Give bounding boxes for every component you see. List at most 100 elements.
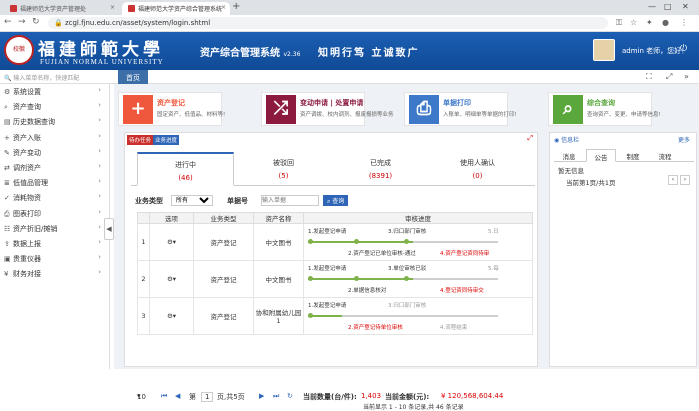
- logout-icon[interactable]: ⏻: [680, 44, 687, 54]
- tab-process[interactable]: 流程: [650, 149, 680, 162]
- sidebar-item-instruments[interactable]: ▣ 贵重仪器 ›: [0, 251, 109, 266]
- reload-icon[interactable]: ↻: [32, 17, 40, 27]
- menu-icon[interactable]: ⋮: [680, 18, 688, 27]
- sidebar-item-finance[interactable]: ¥ 财务对接 ›: [0, 266, 109, 281]
- minimize-icon[interactable]: —: [648, 2, 656, 11]
- row-type: 资产登记: [193, 297, 254, 335]
- row-options-button[interactable]: ⚙▾: [149, 297, 194, 335]
- sidebar-item-asset-query[interactable]: ⌕ 资产查询 ›: [0, 99, 109, 114]
- sidebar-item-asset-change[interactable]: ✎ 资产变动 ›: [0, 145, 109, 160]
- info-title-text: 信息栏: [561, 137, 580, 144]
- tab-completed[interactable]: 已完成 (8391): [332, 152, 429, 186]
- sidebar-item-depreciation[interactable]: ☷ 资产折旧/摊销 ›: [0, 221, 109, 236]
- step-label: 3.归口部门审核: [388, 303, 427, 309]
- university-name-en: FUJIAN NORMAL UNIVERSITY: [40, 58, 164, 66]
- prev-icon[interactable]: ‹: [668, 175, 678, 185]
- card-change-request[interactable]: ⤮ 变动申请 | 处置申请 资产调拨、校内调剂、报废报损等业务: [261, 92, 394, 126]
- avatar[interactable]: [593, 39, 615, 61]
- user-greeting[interactable]: admin 老师，您好！: [622, 46, 688, 56]
- tab-messages[interactable]: 消息: [554, 149, 584, 162]
- row-name: 中文图书: [253, 260, 304, 298]
- row-options-button[interactable]: ⚙▾: [149, 223, 194, 261]
- sidebar-item-asset-transfer[interactable]: ⇄ 调剂资产 ›: [0, 160, 109, 175]
- next-page-icon[interactable]: ▶: [259, 392, 264, 400]
- page-size-select[interactable]: 10 ▾: [137, 392, 146, 401]
- empty-message: 暂无信息: [558, 167, 584, 175]
- key-icon[interactable]: ⚿: [616, 18, 622, 28]
- tab-home[interactable]: 首页: [118, 70, 148, 84]
- tab-todo[interactable]: 待办任务: [127, 135, 154, 145]
- sidebar-item-asset-entry[interactable]: + 资产入账 ›: [0, 130, 109, 145]
- maximize-icon[interactable]: □: [664, 2, 672, 11]
- chevron-right-icon: ›: [98, 86, 101, 94]
- tab-count: (46): [178, 174, 193, 182]
- card-asset-register[interactable]: + 资产登记 固定资产、低值品、材料等!: [118, 92, 225, 126]
- page-input[interactable]: 1: [201, 392, 214, 402]
- new-tab-icon[interactable]: +: [232, 1, 240, 12]
- collapse-sidebar-button[interactable]: ◀: [104, 218, 114, 240]
- sidebar-item-history-query[interactable]: ▤ 历史数据查询 ›: [0, 114, 109, 129]
- card-title: 综合查询: [587, 99, 615, 107]
- sidebar-item-label: 贵重仪器: [13, 255, 41, 264]
- close-window-icon[interactable]: ✕: [682, 2, 689, 11]
- profile-icon[interactable]: ●: [662, 18, 669, 27]
- expand-icon[interactable]: ⛶: [646, 72, 652, 82]
- table-row[interactable]: 2 ⚙▾ 资产登记 中文图书 1.发起登记申请 3.单位审核已驳 5.每 2.单…: [137, 260, 533, 298]
- prev-page-icon[interactable]: ◀: [175, 392, 180, 400]
- back-icon[interactable]: ←: [4, 17, 12, 27]
- type-select[interactable]: 所有: [171, 195, 213, 206]
- browser-tab-asset-system[interactable]: 福建师范大学资产综合管理系统 ×: [122, 2, 230, 15]
- card-general-query[interactable]: ⌕ 综合查询 查询资产、变更、申请等信息!: [548, 92, 661, 126]
- type-label: 业务类型: [135, 197, 163, 205]
- menu-search-placeholder: 输入菜单名称，快速匹配: [13, 75, 80, 82]
- url-field[interactable]: 🔒 zcgl.fjnu.edu.cn/asset/system/login.sh…: [48, 17, 608, 29]
- column-header-index: [137, 212, 150, 224]
- step-label: 2.资产登记已单位审核-通过: [348, 251, 416, 257]
- sidebar-item-label: 资产查询: [13, 103, 41, 112]
- tab-rejected[interactable]: 被驳回 (5): [235, 152, 332, 186]
- table-row[interactable]: 3 ⚙▾ 资产登记 协和附属幼儿园1 1.发起登记申请 3.归口部门审核 2.资…: [137, 297, 533, 335]
- table-row[interactable]: 1 ⚙▾ 资产登记 中文图书 1.发起登记申请 3.归口部门审核 5.日 2.资…: [137, 223, 533, 261]
- star-icon[interactable]: ☆: [630, 18, 637, 27]
- card-doc-print[interactable]: ⎙ 单据打印 入账单、明细单等单据的打印!: [404, 92, 517, 126]
- tab-in-progress[interactable]: 进行中 (46): [137, 152, 234, 186]
- expand-icon[interactable]: ⤢: [527, 134, 533, 143]
- system-version: v2.36: [283, 51, 301, 58]
- fullscreen-icon[interactable]: ⤢: [666, 72, 672, 82]
- sidebar-item-label: 资产折旧/摊销: [13, 224, 58, 233]
- tab-progress[interactable]: 业务进度: [153, 135, 180, 145]
- tab-rules[interactable]: 制度: [618, 149, 648, 162]
- row-options-button[interactable]: ⚙▾: [149, 260, 194, 298]
- tab-notices[interactable]: 公告: [586, 149, 616, 162]
- next-icon[interactable]: ›: [680, 175, 690, 185]
- sidebar-item-report-print[interactable]: ⎙ 图表打印 ›: [0, 206, 109, 221]
- sidebar-item-consumables[interactable]: ✓ 消耗物资 ›: [0, 190, 109, 205]
- tab-label: 进行中: [175, 161, 196, 169]
- doc-no-input[interactable]: [261, 195, 319, 206]
- query-label: 查询: [332, 198, 345, 205]
- forward-icon[interactable]: →: [18, 17, 26, 27]
- task-panel: 待办任务 业务进度 ⤢ 进行中 (46) 被驳回 (5) 已完成 (8391) 使用人…: [124, 132, 538, 411]
- step-dot: [404, 239, 409, 244]
- system-name: 资产综合管理系统: [200, 48, 280, 59]
- first-page-icon[interactable]: ⏮: [161, 392, 167, 401]
- step-label: 4.登记资同待审交: [440, 288, 484, 294]
- sidebar-item-low-value[interactable]: ≣ 低值品管理 ›: [0, 175, 109, 190]
- pencil-icon: ✎: [4, 148, 10, 157]
- menu-search-input[interactable]: 🔍 输入菜单名称，快速匹配: [0, 70, 110, 84]
- close-icon[interactable]: ×: [221, 4, 226, 11]
- card-subtitle: 入账单、明细单等单据的打印!: [443, 112, 517, 118]
- sidebar-item-system-settings[interactable]: ⚙ 系统设置 ›: [0, 84, 109, 99]
- refresh-icon[interactable]: ↻: [287, 392, 293, 400]
- close-icon[interactable]: ×: [110, 4, 115, 11]
- extension-icon[interactable]: ✦: [646, 18, 653, 27]
- last-page-icon[interactable]: ⏭: [273, 392, 279, 401]
- chevron-right-icon: ›: [98, 116, 101, 125]
- sidebar-item-data-report[interactable]: ⇪ 数据上报 ›: [0, 236, 109, 251]
- more-link[interactable]: 更多: [678, 135, 690, 144]
- tab-user-confirm[interactable]: 使用人确认 (0): [429, 152, 526, 186]
- browser-tab-asset-office[interactable]: 福建师范大学资产管理处 ×: [4, 2, 119, 15]
- scroll-right-icon[interactable]: »: [684, 72, 689, 81]
- chevron-left-icon: ◀: [106, 225, 112, 233]
- query-button[interactable]: ⌕ 查询: [323, 195, 349, 206]
